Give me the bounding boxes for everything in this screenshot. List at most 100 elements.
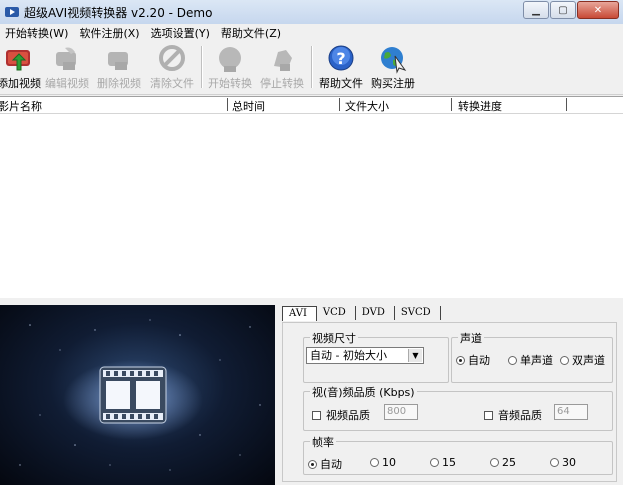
video-size-select[interactable]: 自动 - 初始大小 ▼ — [306, 347, 424, 364]
tab-dvd[interactable]: DVD — [356, 306, 395, 320]
tab-vcd[interactable]: VCD — [317, 306, 356, 320]
menu-bar: 开始转换(W) 软件注册(X) 选项设置(Y) 帮助文件(Z) — [0, 24, 623, 42]
close-icon: ✕ — [593, 4, 603, 16]
maximize-button[interactable]: ▢ — [550, 1, 576, 19]
globe-icon — [381, 47, 407, 74]
buy-register-label: 购买注册 — [371, 77, 415, 90]
add-video-icon — [6, 50, 30, 71]
stop-convert-button[interactable]: 停止转换 — [257, 44, 307, 92]
video-size-label: 视频尺寸 — [310, 330, 358, 346]
clear-files-icon — [159, 45, 185, 71]
app-icon — [5, 7, 19, 17]
framerate-30-radio[interactable]: 30 — [550, 456, 576, 469]
help-file-button[interactable]: ? 帮助文件 — [316, 44, 366, 92]
toolbar: 添加视频 编辑视频 删除视频 清除文件 开始转换 停止转换 ? 帮助文件 购买注… — [0, 42, 623, 95]
column-divider[interactable] — [451, 98, 452, 111]
radio-icon — [550, 458, 559, 467]
channel-stereo-radio[interactable]: 双声道 — [560, 352, 605, 368]
edit-video-button[interactable]: 编辑视频 — [44, 44, 90, 92]
framerate-auto-radio[interactable]: 自动 — [308, 456, 342, 472]
edit-video-icon — [56, 47, 76, 70]
video-size-value: 自动 - 初始大小 — [310, 349, 387, 362]
column-file-size[interactable]: 文件大小 — [345, 98, 389, 113]
film-logo-image — [19, 319, 261, 471]
framerate-25-radio[interactable]: 25 — [490, 456, 516, 469]
audio-quality-input[interactable]: 64 — [554, 404, 588, 420]
video-quality-checkbox[interactable]: 视频品质 — [312, 407, 370, 423]
toolbar-separator — [201, 46, 203, 88]
tab-avi[interactable]: AVI — [282, 306, 317, 321]
channel-mono-radio[interactable]: 单声道 — [508, 352, 553, 368]
maximize-icon: ▢ — [558, 4, 568, 16]
framerate-10-label: 10 — [382, 456, 396, 469]
stop-convert-label: 停止转换 — [260, 77, 304, 90]
video-quality-label: 视频品质 — [326, 409, 370, 422]
menu-start-convert[interactable]: 开始转换(W) — [0, 25, 74, 41]
list-header: 影片名称 总时间 文件大小 转换进度 — [0, 97, 623, 114]
radio-icon — [508, 355, 517, 365]
minimize-icon: ▁ — [532, 4, 540, 16]
quality-group: 视(音)频品质 (Kbps) 视频品质 800 音频品质 64 — [303, 384, 613, 431]
framerate-group: 帧率 自动 10 15 25 30 — [303, 434, 613, 475]
framerate-30-label: 30 — [562, 456, 576, 469]
channel-auto-radio[interactable]: 自动 — [456, 352, 490, 368]
avi-settings-pane: 视频尺寸 自动 - 初始大小 ▼ 声道 自动 单声道 双声道 视(音)频品质 (… — [282, 322, 617, 482]
channel-mono-label: 单声道 — [520, 354, 553, 367]
channel-stereo-label: 双声道 — [572, 354, 605, 367]
audio-quality-label: 音频品质 — [498, 409, 542, 422]
checkbox-icon — [312, 410, 321, 420]
toolbar-separator — [311, 46, 313, 88]
column-duration[interactable]: 总时间 — [232, 98, 265, 113]
framerate-10-radio[interactable]: 10 — [370, 456, 396, 469]
minimize-button[interactable]: ▁ — [523, 1, 549, 19]
clear-files-label: 清除文件 — [150, 77, 194, 90]
add-video-label: 添加视频 — [0, 77, 41, 90]
stop-convert-icon — [274, 50, 292, 71]
start-convert-button[interactable]: 开始转换 — [205, 44, 255, 92]
channel-auto-label: 自动 — [468, 354, 490, 367]
radio-icon — [430, 458, 439, 467]
edit-video-label: 编辑视频 — [45, 77, 89, 90]
audio-channel-label: 声道 — [458, 330, 484, 346]
menu-help[interactable]: 帮助文件(Z) — [216, 25, 287, 41]
clear-files-button[interactable]: 清除文件 — [147, 44, 197, 92]
add-video-button[interactable]: 添加视频 — [0, 44, 42, 92]
radio-icon — [560, 355, 569, 365]
column-divider[interactable] — [339, 98, 340, 111]
radio-icon — [370, 458, 379, 467]
framerate-15-radio[interactable]: 15 — [430, 456, 456, 469]
start-convert-icon — [219, 47, 241, 72]
help-file-label: 帮助文件 — [319, 77, 363, 90]
quality-label: 视(音)频品质 (Kbps) — [310, 384, 417, 400]
framerate-label: 帧率 — [310, 434, 336, 450]
menu-register[interactable]: 软件注册(X) — [74, 25, 145, 41]
column-divider[interactable] — [566, 98, 567, 111]
window-title: 超级AVI视频转换器 v2.20 - Demo — [24, 6, 213, 20]
delete-video-button[interactable]: 删除视频 — [94, 44, 144, 92]
delete-video-label: 删除视频 — [97, 77, 141, 90]
framerate-25-label: 25 — [502, 456, 516, 469]
framerate-15-label: 15 — [442, 456, 456, 469]
tab-svcd[interactable]: SVCD — [395, 306, 441, 320]
file-list[interactable]: 影片名称 总时间 文件大小 转换进度 — [0, 96, 623, 298]
buy-register-button[interactable]: 购买注册 — [368, 44, 418, 92]
column-divider[interactable] — [227, 98, 228, 111]
delete-video-icon — [108, 52, 128, 70]
radio-selected-icon — [308, 459, 317, 469]
audio-quality-checkbox[interactable]: 音频品质 — [484, 407, 542, 423]
menu-options[interactable]: 选项设置(Y) — [146, 25, 216, 41]
checkbox-icon — [484, 410, 493, 420]
chevron-down-icon[interactable]: ▼ — [408, 349, 422, 362]
video-quality-input[interactable]: 800 — [384, 404, 418, 420]
start-convert-label: 开始转换 — [208, 77, 252, 90]
close-button[interactable]: ✕ — [577, 1, 619, 19]
title-bar: 超级AVI视频转换器 v2.20 - Demo ▁ ▢ ✕ — [0, 0, 623, 24]
column-progress[interactable]: 转换进度 — [458, 98, 502, 113]
settings-panel: AVI VCD DVD SVCD 视频尺寸 自动 - 初始大小 ▼ 声道 自动 … — [278, 300, 623, 485]
framerate-auto-label: 自动 — [320, 458, 342, 471]
column-video-name[interactable]: 影片名称 — [0, 98, 42, 113]
svg-text:?: ? — [336, 49, 345, 68]
radio-selected-icon — [456, 355, 465, 365]
format-tabs: AVI VCD DVD SVCD — [282, 306, 441, 322]
video-size-group: 视频尺寸 自动 - 初始大小 ▼ — [303, 330, 449, 383]
